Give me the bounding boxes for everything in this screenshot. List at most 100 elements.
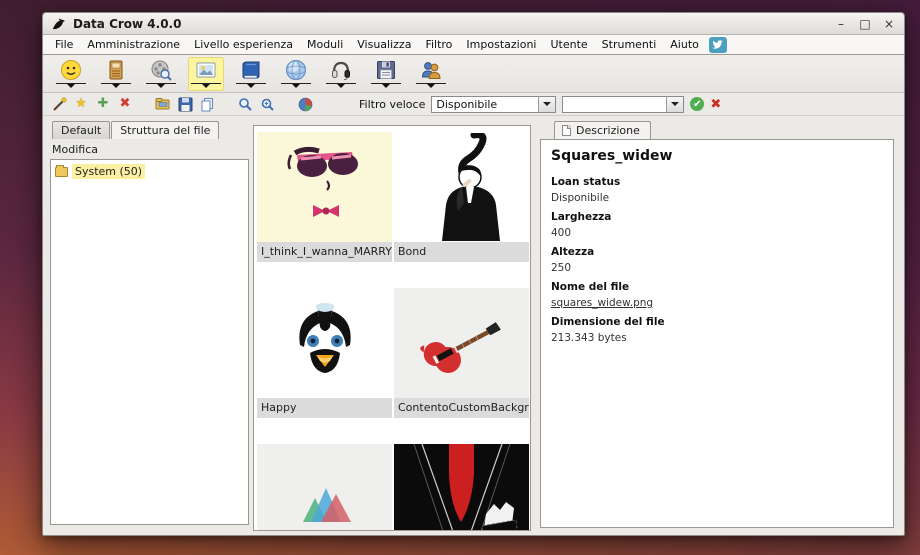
thumbnail-item[interactable]: ContentoCustomBackground — [394, 288, 529, 418]
field-value: 213.343 bytes — [551, 330, 883, 348]
images-module-icon — [194, 58, 218, 82]
twitter-bird-icon[interactable] — [709, 37, 727, 53]
menubar: File Amministrazione Livello esperienza … — [43, 35, 904, 55]
apply-filter-button[interactable]: ✔ — [690, 97, 704, 111]
minimize-button[interactable]: – — [834, 17, 848, 31]
software-module-icon — [374, 58, 398, 82]
thumbnail-image-man-smoking — [394, 132, 529, 242]
thumbnail-item[interactable]: Bond — [394, 132, 529, 262]
item-title: Squares_widew — [551, 148, 883, 164]
tab-struttura-del-file[interactable]: Struttura del file — [111, 121, 219, 139]
web-module-button[interactable] — [278, 57, 314, 91]
save-icon[interactable] — [177, 96, 193, 112]
combo-arrow-icon[interactable] — [666, 97, 683, 112]
thumbnail-image-triangle-mountains — [257, 444, 392, 531]
menu-visualizza[interactable]: Visualizza — [351, 36, 417, 53]
tab-default[interactable]: Default — [52, 121, 110, 139]
book-module-icon — [239, 58, 263, 82]
thumbnail-title: I_think_I_wanna_MARRY_YOU — [257, 242, 392, 262]
file-name-link[interactable]: squares_widew.png — [551, 295, 883, 313]
quick-search-value — [563, 97, 666, 112]
field-nome-del-file: Nome del file squares_widew.png — [551, 279, 883, 313]
field-dimensione-del-file: Dimensione del file 213.343 bytes — [551, 314, 883, 348]
field-value: 400 — [551, 225, 883, 243]
audio-module-button[interactable] — [323, 57, 359, 91]
maximize-button[interactable]: □ — [858, 17, 872, 31]
window-title: Data Crow 4.0.0 — [73, 17, 834, 31]
field-value: Disponibile — [551, 190, 883, 208]
combo-arrow-icon[interactable] — [538, 97, 555, 112]
quick-search-combo[interactable] — [562, 96, 684, 113]
contacts-module-icon — [419, 58, 443, 82]
quick-filter-value: Disponibile — [432, 97, 538, 112]
thumbnail-image-sunglasses-and-bow — [257, 132, 392, 242]
field-altezza: Altezza 250 — [551, 244, 883, 278]
movie-search-module-button[interactable] — [143, 57, 179, 91]
smiley-module-icon — [59, 58, 83, 82]
app-window: Data Crow 4.0.0 – □ × File Amministrazio… — [42, 12, 905, 536]
book-module-button[interactable] — [233, 57, 269, 91]
thumbnail-image-red-guitar — [394, 288, 529, 398]
chart-icon[interactable] — [297, 96, 313, 112]
document-icon — [562, 125, 571, 136]
card-catalog-module-button[interactable] — [98, 57, 134, 91]
star-icon[interactable]: ★ — [73, 96, 89, 112]
menu-aiuto[interactable]: Aiuto — [664, 36, 705, 53]
thumbnail-title: ContentoCustomBackground — [394, 398, 529, 418]
crow-logo-icon — [51, 16, 66, 31]
file-tree: System (50) — [50, 159, 249, 525]
thumbnail-item[interactable]: I_think_I_wanna_MARRY_YOU — [257, 132, 392, 262]
field-label: Larghezza — [551, 209, 883, 225]
open-icon[interactable] — [155, 96, 171, 112]
edit-label: Modifica — [52, 143, 249, 156]
field-label: Altezza — [551, 244, 883, 260]
folder-icon — [55, 167, 68, 177]
thumbnail-item[interactable] — [394, 444, 529, 531]
copy-icon[interactable] — [199, 96, 215, 112]
tab-descrizione[interactable]: Descrizione — [554, 121, 651, 139]
menu-filtro[interactable]: Filtro — [419, 36, 458, 53]
menu-livello-esperienza[interactable]: Livello esperienza — [188, 36, 299, 53]
card-catalog-module-icon — [104, 58, 128, 82]
thumbnail-image-suit-and-red-tie — [394, 444, 529, 531]
thumbnail-image-penguin-face — [257, 288, 392, 398]
quick-filter-combo[interactable]: Disponibile — [431, 96, 556, 113]
clear-filter-button[interactable]: ✖ — [710, 97, 721, 112]
add-icon[interactable]: ✚ — [95, 96, 111, 112]
menu-moduli[interactable]: Moduli — [301, 36, 349, 53]
thumbnail-item[interactable]: Happy — [257, 288, 392, 418]
titlebar: Data Crow 4.0.0 – □ × — [43, 13, 904, 35]
wand-icon[interactable] — [51, 96, 67, 112]
menu-file[interactable]: File — [49, 36, 79, 53]
thumbnail-title: Bond — [394, 242, 529, 262]
find-replace-icon[interactable] — [259, 96, 275, 112]
action-toolbar: ★ ✚ ✖ Filtro veloce Disponibile — [43, 93, 904, 116]
thumbnail-item[interactable] — [257, 444, 392, 531]
close-button[interactable]: × — [882, 17, 896, 31]
movie-search-module-icon — [149, 58, 173, 82]
web-module-icon — [284, 58, 308, 82]
contacts-module-button[interactable] — [413, 57, 449, 91]
description-panel: Descrizione Squares_widew Loan status Di… — [540, 121, 894, 531]
smiley-module-button[interactable] — [53, 57, 89, 91]
search-icon[interactable] — [237, 96, 253, 112]
field-label: Loan status — [551, 174, 883, 190]
audio-module-icon — [329, 58, 353, 82]
tree-panel: Default Struttura del file Modifica Syst… — [50, 121, 249, 531]
thumbnail-view: I_think_I_wanna_MARRY_YOU — [253, 125, 531, 531]
tree-item-label: System (50) — [72, 164, 145, 179]
software-module-button[interactable] — [368, 57, 404, 91]
menu-utente[interactable]: Utente — [544, 36, 593, 53]
quick-filter-label: Filtro veloce — [359, 98, 425, 111]
delete-icon[interactable]: ✖ — [117, 96, 133, 112]
menu-strumenti[interactable]: Strumenti — [596, 36, 663, 53]
field-value: 250 — [551, 260, 883, 278]
module-toolbar — [43, 55, 904, 93]
images-module-button[interactable] — [188, 57, 224, 91]
tree-panel-tabs: Default Struttura del file — [50, 121, 249, 139]
tree-item-system[interactable]: System (50) — [55, 164, 244, 179]
menu-impostazioni[interactable]: Impostazioni — [460, 36, 542, 53]
field-label: Nome del file — [551, 279, 883, 295]
menu-amministrazione[interactable]: Amministrazione — [81, 36, 186, 53]
thumbnail-title: Happy — [257, 398, 392, 418]
